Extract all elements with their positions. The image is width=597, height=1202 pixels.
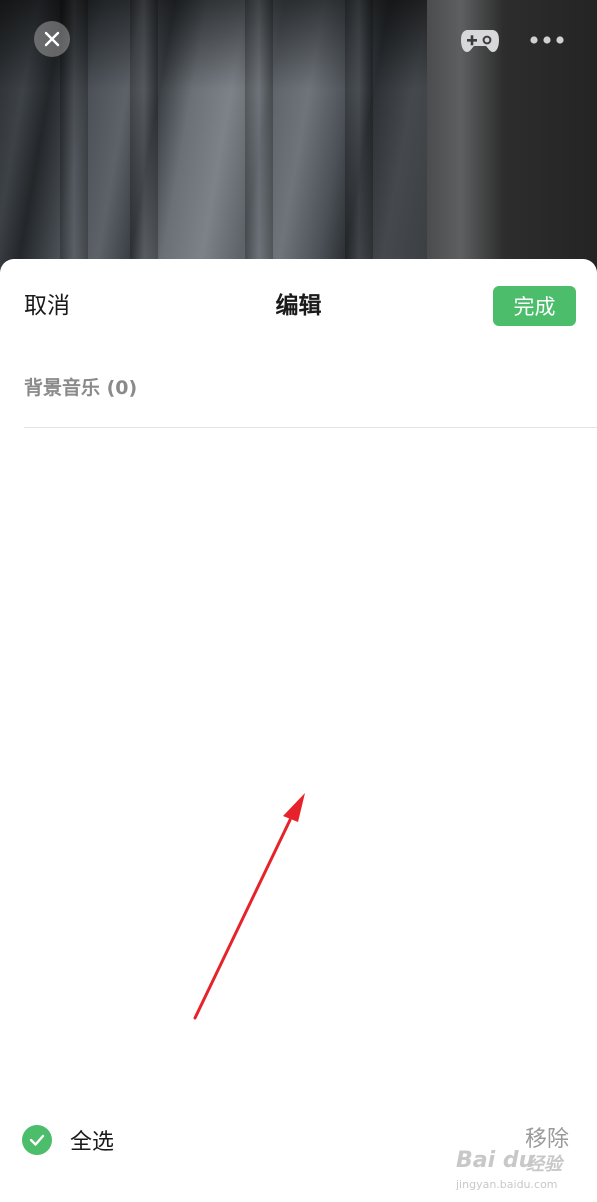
wall-shadow bbox=[427, 0, 597, 300]
watermark-url: jingyan.baidu.com bbox=[456, 1178, 558, 1191]
divider bbox=[24, 427, 597, 428]
baidu-watermark: Bai du 经验 jingyan.baidu.com bbox=[456, 1138, 594, 1196]
background-photo bbox=[0, 0, 597, 300]
select-all-label: 全选 bbox=[70, 1130, 115, 1155]
background-music-header: 背景音乐 (0) bbox=[24, 377, 138, 399]
watermark-text: 经验 bbox=[526, 1154, 562, 1175]
more-button[interactable] bbox=[526, 26, 568, 54]
select-all-toggle[interactable]: 全选 bbox=[22, 1124, 114, 1156]
select-all-checkbox[interactable] bbox=[22, 1125, 52, 1155]
curtain-fold bbox=[345, 0, 373, 300]
curtain-fold bbox=[130, 0, 158, 300]
close-button[interactable] bbox=[34, 21, 70, 57]
watermark-logo: Bai du bbox=[456, 1148, 535, 1173]
gamepad-icon bbox=[461, 30, 499, 52]
annotation-arrow bbox=[193, 793, 305, 1020]
curtain-fold bbox=[245, 0, 273, 300]
done-button[interactable]: 完成 bbox=[493, 286, 576, 326]
game-button[interactable] bbox=[459, 22, 501, 58]
close-icon bbox=[44, 31, 60, 47]
more-icon bbox=[530, 36, 564, 44]
check-icon bbox=[29, 1134, 45, 1146]
